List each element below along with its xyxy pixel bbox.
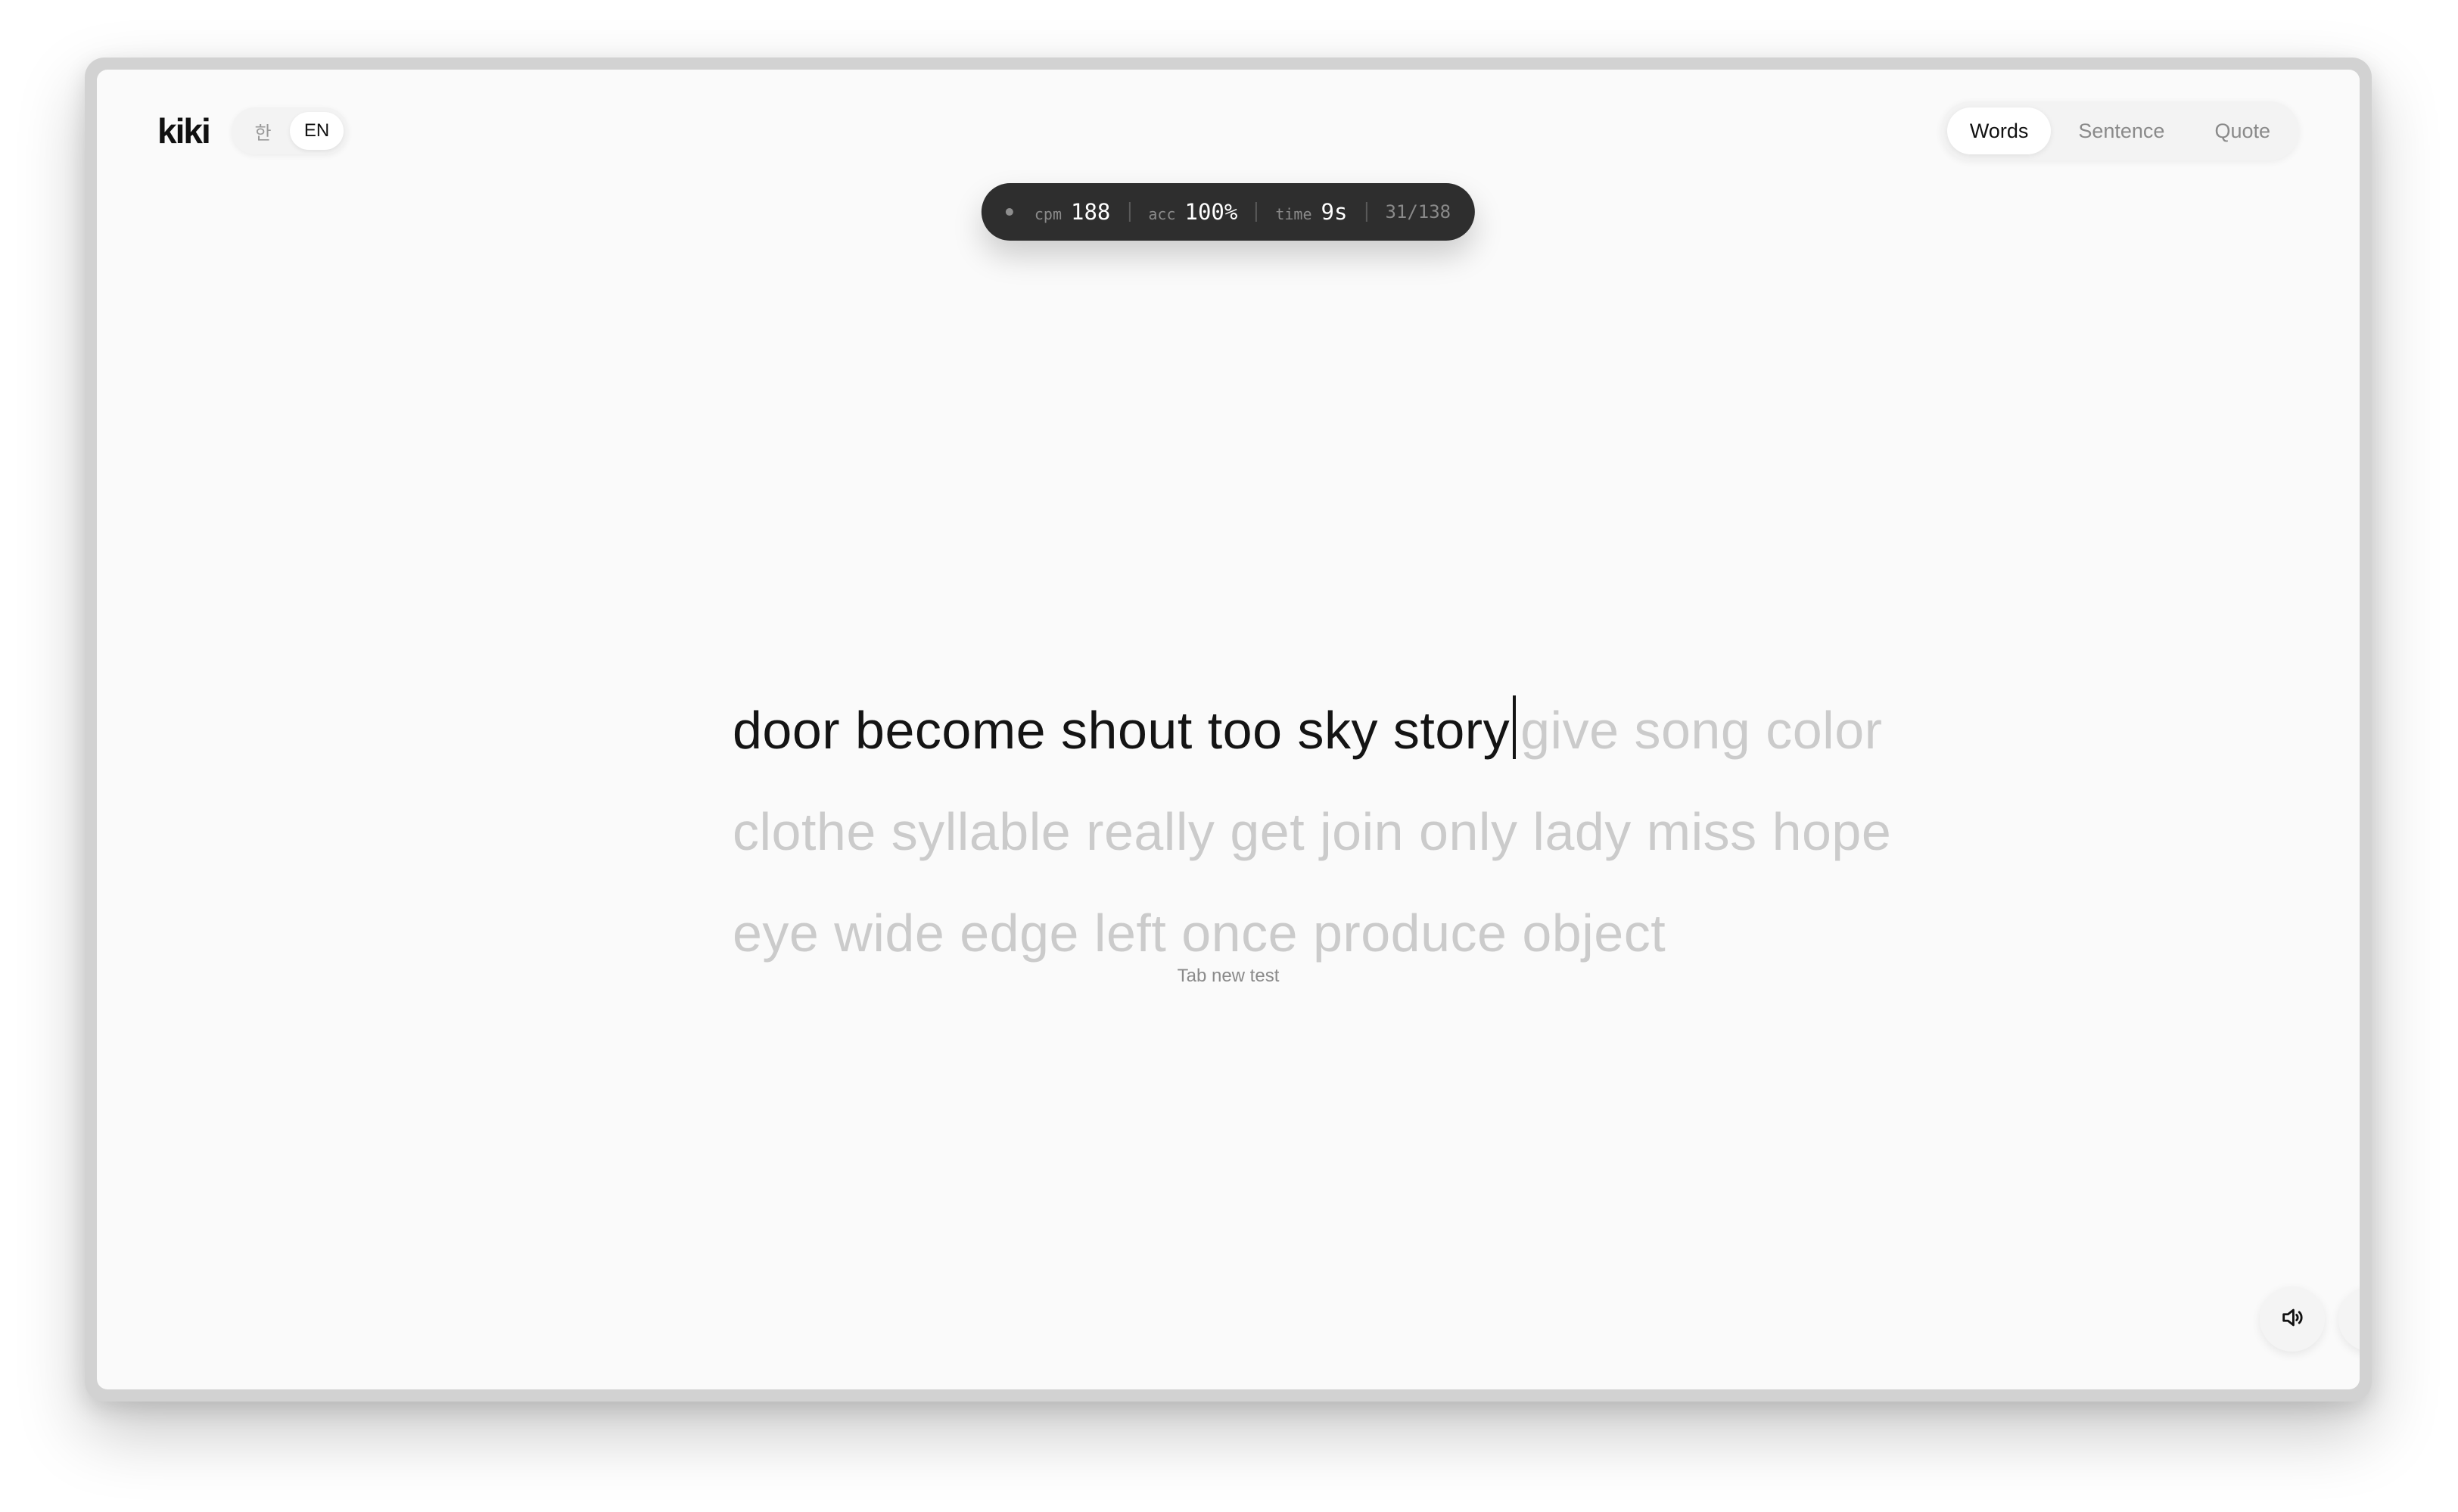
divider [1255, 202, 1258, 222]
stat-cpm: cpm 188 [1035, 199, 1111, 225]
language-toggle: 한 EN [232, 107, 348, 154]
stat-time-label: time [1275, 205, 1312, 223]
tab-sentence[interactable]: Sentence [2055, 107, 2187, 154]
tab-quote[interactable]: Quote [2192, 107, 2293, 154]
status-dot [1005, 208, 1013, 216]
divider [1365, 202, 1367, 222]
app-window: kiki 한 EN Words Sentence Quote cpm 188 a… [85, 58, 2372, 1402]
typing-area[interactable]: door become shout too sky story give song… [733, 680, 1913, 984]
stat-acc-value: 100% [1184, 199, 1238, 225]
stats-pill: cpm 188 acc 100% time 9s 31/138 [981, 183, 1476, 241]
app-screen: kiki 한 EN Words Sentence Quote cpm 188 a… [97, 70, 2360, 1389]
tab-words[interactable]: Words [1946, 107, 2052, 154]
lang-option-english[interactable]: EN [290, 112, 344, 150]
stat-cpm-value: 188 [1070, 199, 1111, 225]
typed-text: door become shout too sky story [733, 701, 1511, 760]
stat-acc-label: acc [1148, 205, 1176, 223]
theme-toggle-button[interactable] [2338, 1286, 2360, 1352]
lang-option-korean[interactable]: 한 [236, 112, 290, 150]
speaker-icon [2279, 1305, 2305, 1334]
new-test-hint: Tab new test [1177, 966, 1280, 986]
app-logo: kiki [157, 111, 211, 151]
moon-icon [2358, 1305, 2360, 1334]
stat-time-value: 9s [1321, 199, 1348, 225]
stat-accuracy: acc 100% [1148, 199, 1237, 225]
divider [1128, 202, 1131, 222]
stat-cpm-label: cpm [1034, 205, 1062, 223]
text-caret [1513, 695, 1517, 759]
stat-time: time 9s [1275, 199, 1347, 225]
sound-toggle-button[interactable] [2260, 1286, 2325, 1352]
mode-tabs: Words Sentence Quote [1940, 101, 2299, 160]
word-progress: 31/138 [1385, 201, 1451, 222]
